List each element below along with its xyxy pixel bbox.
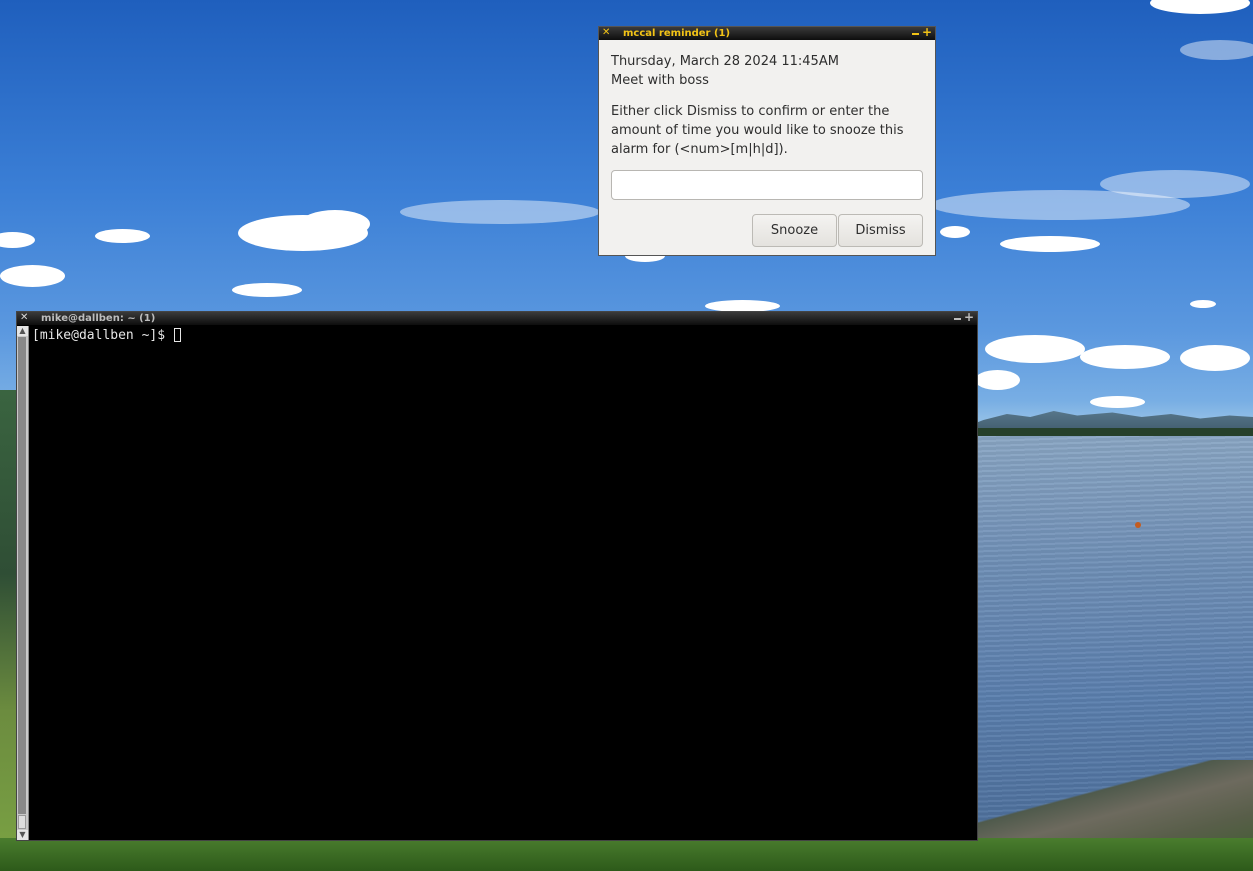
reminder-window: ✕ mccal reminder (1) + Thursday, March 2…	[598, 26, 936, 256]
terminal-cursor	[173, 328, 181, 342]
terminal-scrollbar[interactable]: ▲ ▼	[17, 326, 29, 840]
snooze-button[interactable]: Snooze	[752, 214, 837, 247]
reminder-event: Meet with boss	[611, 73, 709, 88]
reminder-message: Either click Dismiss to confirm or enter…	[611, 104, 904, 157]
maximize-icon[interactable]: +	[922, 26, 932, 39]
scrollbar-thumb[interactable]	[18, 337, 26, 814]
reminder-window-title: mccal reminder (1)	[623, 28, 731, 39]
close-icon[interactable]: ✕	[602, 26, 610, 39]
scrollbar-track-end	[18, 815, 26, 829]
terminal-window: ✕ mike@dallben: ~ (1) + ▲ ▼ [mike@dallbe…	[16, 311, 978, 841]
scroll-down-arrow-icon[interactable]: ▼	[17, 830, 28, 840]
reminder-buttons: Snooze Dismiss	[752, 214, 923, 247]
terminal-prompt: [mike@dallben ~]$	[32, 328, 173, 343]
scroll-up-arrow-icon[interactable]: ▲	[17, 326, 28, 336]
minimize-icon[interactable]	[954, 313, 961, 320]
terminal-titlebar[interactable]: ✕ mike@dallben: ~ (1) +	[17, 311, 977, 325]
reminder-body: Thursday, March 28 2024 11:45AM Meet wit…	[599, 40, 935, 200]
reminder-titlebar[interactable]: ✕ mccal reminder (1) +	[599, 26, 935, 40]
terminal-output[interactable]: [mike@dallben ~]$	[32, 328, 977, 344]
maximize-icon[interactable]: +	[964, 311, 974, 324]
terminal-window-title: mike@dallben: ~ (1)	[41, 313, 156, 324]
dismiss-button[interactable]: Dismiss	[838, 214, 923, 247]
minimize-icon[interactable]	[912, 28, 919, 35]
snooze-time-input[interactable]	[611, 170, 923, 200]
reminder-datetime: Thursday, March 28 2024 11:45AM	[611, 54, 839, 69]
close-icon[interactable]: ✕	[20, 311, 28, 324]
